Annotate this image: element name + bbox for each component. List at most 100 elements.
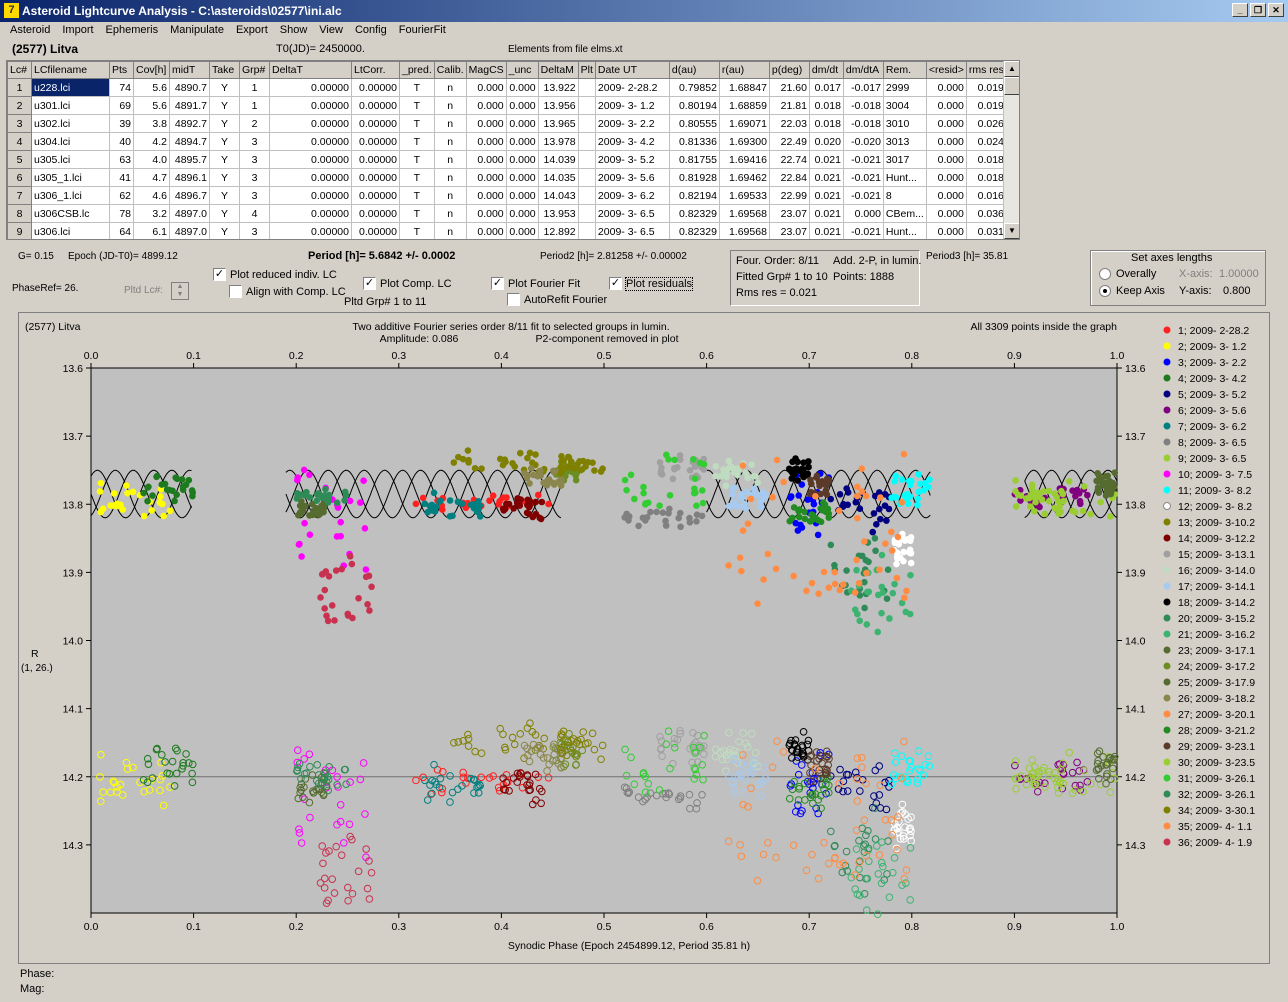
- column-header[interactable]: p(deg): [768, 61, 810, 79]
- table-cell[interactable]: [577, 222, 596, 239]
- table-cell[interactable]: Y: [209, 114, 240, 133]
- table-cell[interactable]: 3: [239, 186, 270, 205]
- table-cell[interactable]: 1.69533: [718, 186, 770, 205]
- scroll-up-icon[interactable]: ▲: [1004, 61, 1019, 77]
- table-cell[interactable]: 0.021: [808, 204, 844, 223]
- table-row[interactable]: 9 u306.lci 64 6.1 4897.0 Y 3 0.00000 0.00000 Tn 0.…: [7, 222, 1007, 239]
- table-cell[interactable]: 1.68847: [718, 78, 770, 97]
- table-cell[interactable]: 13.978: [537, 132, 579, 151]
- row-number[interactable]: 8: [7, 204, 32, 223]
- table-scrollbar[interactable]: ▲ ▼: [1003, 61, 1019, 239]
- table-cell[interactable]: 13.953: [537, 204, 579, 223]
- column-header[interactable]: rms res: [965, 61, 1007, 79]
- row-number[interactable]: 2: [7, 96, 32, 115]
- table-cell[interactable]: 3.8: [133, 114, 170, 133]
- table-cell[interactable]: 0.018: [808, 114, 844, 133]
- column-header[interactable]: d(au): [668, 61, 720, 79]
- table-cell[interactable]: Y: [209, 78, 240, 97]
- table-cell[interactable]: u306CSB.lc: [31, 204, 110, 223]
- table-cell[interactable]: Hunt...: [882, 222, 927, 239]
- row-number[interactable]: 9: [7, 222, 32, 239]
- table-cell[interactable]: 0.000: [465, 150, 507, 169]
- table-row[interactable]: 6 u305_1.lci 41 4.7 4896.1 Y 3 0.00000 0.00000 Tn…: [7, 168, 1007, 187]
- table-cell[interactable]: n: [433, 96, 467, 115]
- table-cell[interactable]: 0.020: [808, 132, 844, 151]
- table-cell[interactable]: 5.6: [133, 96, 170, 115]
- column-header[interactable]: Lc#: [7, 61, 32, 79]
- table-cell[interactable]: 0.018: [965, 168, 1007, 187]
- table-cell[interactable]: 2009- 3- 6.5: [594, 204, 670, 223]
- table-cell[interactable]: 4892.7: [169, 114, 210, 133]
- table-cell[interactable]: 14.035: [537, 168, 579, 187]
- table-cell[interactable]: 1.69568: [718, 204, 770, 223]
- table-cell[interactable]: [577, 132, 596, 151]
- table-cell[interactable]: -0.021: [842, 168, 884, 187]
- table-cell[interactable]: 4: [239, 204, 270, 223]
- table-cell[interactable]: 3004: [882, 96, 927, 115]
- plot-reduced-checkbox[interactable]: ✓ Plot reduced indiv. LC: [213, 268, 337, 281]
- table-cell[interactable]: 5.6: [133, 78, 170, 97]
- table-cell[interactable]: -0.021: [842, 150, 884, 169]
- table-cell[interactable]: 4894.7: [169, 132, 210, 151]
- table-cell[interactable]: 0.00000: [351, 114, 400, 133]
- row-number[interactable]: 4: [7, 132, 32, 151]
- table-cell[interactable]: 0.82329: [668, 222, 720, 239]
- table-cell[interactable]: Y: [209, 96, 240, 115]
- table-cell[interactable]: [577, 168, 596, 187]
- table-cell[interactable]: T: [399, 96, 435, 115]
- table-cell[interactable]: 23.07: [768, 204, 810, 223]
- table-cell[interactable]: T: [399, 150, 435, 169]
- table-cell[interactable]: 0.00000: [351, 204, 400, 223]
- table-cell[interactable]: 2009- 3- 4.2: [594, 132, 670, 151]
- table-cell[interactable]: 12.892: [537, 222, 579, 239]
- table-cell[interactable]: n: [433, 222, 467, 239]
- table-cell[interactable]: 14.039: [537, 150, 579, 169]
- row-number[interactable]: 1: [7, 78, 32, 97]
- table-cell[interactable]: 0.000: [505, 96, 539, 115]
- table-cell[interactable]: 63: [109, 150, 134, 169]
- plot-fourier-checkbox[interactable]: ✓ Plot Fourier Fit: [491, 277, 580, 290]
- table-cell[interactable]: 2009- 3- 5.6: [594, 168, 670, 187]
- table-cell[interactable]: 69: [109, 96, 134, 115]
- table-cell[interactable]: 0.000: [465, 186, 507, 205]
- table-row[interactable]: 7 u306_1.lci 62 4.6 4896.7 Y 3 0.00000 0.00000 Tn…: [7, 186, 1007, 205]
- table-cell[interactable]: 1.69462: [718, 168, 770, 187]
- table-cell[interactable]: Y: [209, 222, 240, 239]
- lightcurve-plot[interactable]: (2577) Litva Two additive Fourier series…: [19, 313, 1269, 963]
- table-cell[interactable]: n: [433, 186, 467, 205]
- table-cell[interactable]: n: [433, 78, 467, 97]
- table-cell[interactable]: 22.74: [768, 150, 810, 169]
- table-row[interactable]: 4 u304.lci 40 4.2 4894.7 Y 3 0.00000 0.00000 Tn 0.…: [7, 132, 1007, 151]
- table-cell[interactable]: u306_1.lci: [31, 186, 110, 205]
- table-row[interactable]: 2 u301.lci 69 5.6 4891.7 Y 1 0.00000 0.00000 Tn 0.…: [7, 96, 1007, 115]
- restore-button[interactable]: ❐: [1250, 3, 1266, 17]
- column-header[interactable]: Date UT: [594, 61, 670, 79]
- table-cell[interactable]: 0.82194: [668, 186, 720, 205]
- column-header[interactable]: Rem.: [882, 61, 927, 79]
- table-cell[interactable]: 1.68859: [718, 96, 770, 115]
- overally-radio[interactable]: Overally: [1099, 268, 1156, 280]
- table-cell[interactable]: [577, 78, 596, 97]
- table-cell[interactable]: u228.lci: [31, 78, 110, 97]
- table-cell[interactable]: 3: [239, 150, 270, 169]
- table-cell[interactable]: Y: [209, 186, 240, 205]
- table-cell[interactable]: 0.000: [925, 222, 967, 239]
- table-cell[interactable]: 2: [239, 114, 270, 133]
- scroll-down-icon[interactable]: ▼: [1004, 223, 1019, 239]
- table-cell[interactable]: T: [399, 204, 435, 223]
- table-cell[interactable]: Y: [209, 204, 240, 223]
- table-cell[interactable]: 0.024: [965, 132, 1007, 151]
- table-cell[interactable]: 4890.7: [169, 78, 210, 97]
- table-cell[interactable]: T: [399, 78, 435, 97]
- table-row[interactable]: 3 u302.lci 39 3.8 4892.7 Y 2 0.00000 0.00000 Tn 0.…: [7, 114, 1007, 133]
- table-cell[interactable]: 22.99: [768, 186, 810, 205]
- table-cell[interactable]: 3013: [882, 132, 927, 151]
- table-cell[interactable]: 0.82329: [668, 204, 720, 223]
- table-cell[interactable]: 0.00000: [351, 132, 400, 151]
- table-cell[interactable]: 0.026: [965, 114, 1007, 133]
- table-cell[interactable]: T: [399, 222, 435, 239]
- table-cell[interactable]: 0.00000: [351, 150, 400, 169]
- table-cell[interactable]: 0.000: [925, 78, 967, 97]
- table-cell[interactable]: 0.00000: [269, 78, 352, 97]
- table-cell[interactable]: 8: [882, 186, 927, 205]
